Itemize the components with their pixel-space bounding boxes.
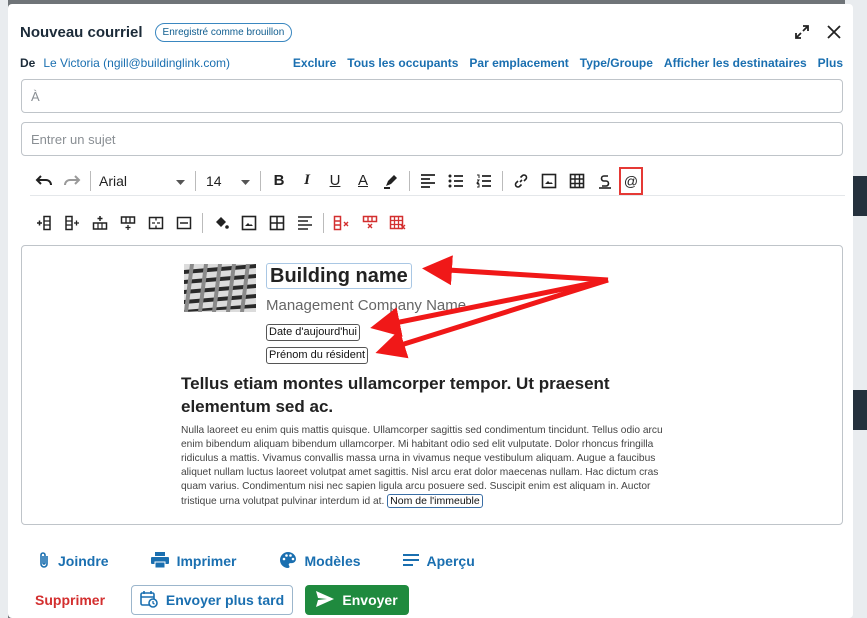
delete-button[interactable]: Supprimer — [35, 592, 105, 608]
delete-row-icon[interactable] — [356, 210, 384, 236]
templates-label: Modèles — [304, 553, 361, 569]
font-family-value: Arial — [99, 172, 128, 189]
redo-icon[interactable] — [58, 168, 86, 194]
send-button[interactable]: Envoyer — [305, 585, 410, 615]
footer-buttons: Supprimer Envoyer plus tard Envoyer — [35, 584, 410, 616]
italic-button[interactable]: I — [293, 168, 321, 194]
link-by-location[interactable]: Par emplacement — [469, 56, 568, 70]
schedule-icon — [140, 590, 158, 611]
merge-cells-icon[interactable] — [142, 210, 170, 236]
strikethrough-icon[interactable] — [591, 168, 619, 194]
compose-actions: Joindre Imprimer Modèles Aperçu — [38, 544, 517, 578]
close-icon[interactable] — [825, 23, 843, 41]
mention-button[interactable]: @ — [619, 166, 643, 195]
draft-status-badge: Enregistré comme brouillon — [154, 22, 293, 42]
from-row: De Le Victoria (ngill@buildinglink.com) … — [20, 54, 843, 72]
link-icon[interactable] — [507, 168, 535, 194]
font-size-select[interactable]: 14 — [200, 168, 256, 194]
attach-button[interactable]: Joindre — [38, 551, 109, 572]
body-paragraph: Nulla laoreet eu enim quis mattis quisqu… — [181, 424, 681, 509]
compose-modal: Nouveau courriel Enregistré comme brouil… — [8, 4, 853, 618]
link-show-recipients[interactable]: Afficher les destinataires — [664, 56, 807, 70]
insert-row-before-icon[interactable] — [86, 210, 114, 236]
toolbar-separator — [502, 170, 503, 191]
attach-label: Joindre — [58, 553, 109, 569]
email-body-editor[interactable]: Building name Management Company Name Da… — [21, 245, 843, 525]
management-company-name: Management Company Name — [266, 297, 467, 314]
building-name-merge-tag[interactable]: Nom de l'immeuble — [387, 494, 483, 508]
link-all-occupants[interactable]: Tous les occupants — [347, 56, 458, 70]
send-later-button[interactable]: Envoyer plus tard — [131, 585, 294, 615]
modal-title: Nouveau courriel — [20, 23, 143, 41]
preview-button[interactable]: Aperçu — [402, 553, 475, 570]
templates-button[interactable]: Modèles — [279, 551, 361, 572]
print-label: Imprimer — [176, 553, 237, 569]
send-icon — [316, 590, 335, 610]
subject-input[interactable]: Entrer un sujet — [21, 122, 843, 156]
chevron-down-icon — [241, 173, 250, 189]
recipient-links: Exclure Tous les occupants Par emplaceme… — [293, 56, 843, 70]
cell-image-icon[interactable] — [235, 210, 263, 236]
title-row: Nouveau courriel Enregistré comme brouil… — [20, 20, 843, 44]
link-exclude[interactable]: Exclure — [293, 56, 336, 70]
printer-icon — [150, 551, 169, 571]
table-borders-icon[interactable] — [263, 210, 291, 236]
from-sender[interactable]: Le Victoria (ngill@buildinglink.com) — [43, 56, 230, 70]
preview-label: Aperçu — [426, 553, 475, 569]
underline-button[interactable]: U — [321, 168, 349, 194]
undo-icon[interactable] — [30, 168, 58, 194]
from-label: De — [20, 56, 36, 70]
font-size-value: 14 — [206, 172, 222, 189]
building-name-placeholder[interactable]: Building name — [266, 263, 412, 289]
toolbar-separator — [323, 213, 324, 233]
image-icon[interactable] — [535, 168, 563, 194]
table-icon[interactable] — [563, 168, 591, 194]
send-label: Envoyer — [342, 592, 398, 608]
link-type-group[interactable]: Type/Groupe — [580, 56, 653, 70]
font-family-select[interactable]: Arial — [95, 168, 191, 194]
body-headline: Tellus etiam montes ullamcorper tempor. … — [181, 374, 610, 416]
formatting-toolbar: Arial 14 B I U A @ — [30, 166, 845, 196]
to-input[interactable]: À — [21, 79, 843, 113]
insert-column-after-icon[interactable] — [58, 210, 86, 236]
bold-button[interactable]: B — [265, 168, 293, 194]
toolbar-separator — [409, 170, 410, 191]
resident-name-merge-tag[interactable]: Prénom du résident — [266, 347, 368, 364]
palette-icon — [279, 551, 297, 572]
cell-fill-icon[interactable] — [207, 210, 235, 236]
numbered-list-icon[interactable] — [470, 168, 498, 194]
insert-column-before-icon[interactable] — [30, 210, 58, 236]
align-left-icon[interactable] — [414, 168, 442, 194]
split-cells-icon[interactable] — [170, 210, 198, 236]
delete-column-icon[interactable] — [328, 210, 356, 236]
bullet-list-icon[interactable] — [442, 168, 470, 194]
toolbar-separator — [195, 170, 196, 191]
toolbar-separator — [260, 170, 261, 191]
delete-table-icon[interactable] — [384, 210, 412, 236]
print-button[interactable]: Imprimer — [150, 551, 237, 571]
highlight-icon[interactable] — [377, 168, 405, 194]
link-more[interactable]: Plus — [818, 56, 843, 70]
expand-icon[interactable] — [793, 23, 811, 41]
date-merge-tag[interactable]: Date d'aujourd'hui — [266, 324, 360, 341]
toolbar-separator — [202, 213, 203, 233]
insert-row-after-icon[interactable] — [114, 210, 142, 236]
font-color-button[interactable]: A — [349, 168, 377, 194]
building-image — [184, 264, 256, 312]
table-toolbar — [30, 208, 845, 238]
paperclip-icon — [38, 551, 50, 572]
background-left — [0, 0, 8, 618]
preview-lines-icon — [402, 553, 419, 570]
cell-align-icon[interactable] — [291, 210, 319, 236]
chevron-down-icon — [176, 173, 185, 189]
send-later-label: Envoyer plus tard — [165, 592, 285, 608]
toolbar-separator — [90, 170, 91, 191]
